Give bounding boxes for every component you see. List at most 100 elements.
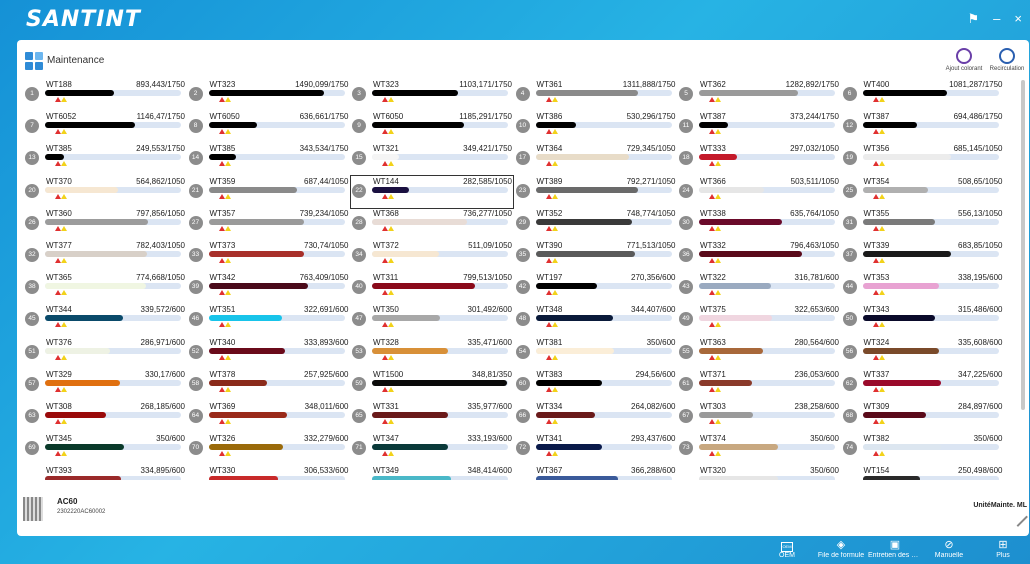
tshirt-icon[interactable]: ⚑ (968, 11, 980, 27)
close-button[interactable]: × (1014, 11, 1022, 27)
canister-cell[interactable]: 61 WT371 236,053/600 (679, 370, 839, 400)
canister-cell[interactable]: WT154 250,498/600 (843, 466, 1003, 480)
canister-cell[interactable]: 67 WT303 238,258/600 (679, 402, 839, 432)
canister-cell[interactable]: 69 WT345 350/600 (25, 434, 185, 464)
canister-cell[interactable]: 49 WT375 322,653/600 (679, 305, 839, 335)
canister-cell[interactable]: 60 WT383 294,56/600 (515, 370, 676, 400)
level-bar (699, 476, 835, 480)
more-button[interactable]: ⊞ Plus (976, 538, 1030, 564)
minimize-button[interactable]: – (993, 11, 1000, 27)
canister-cell[interactable]: WT349 348,414/600 (352, 466, 512, 480)
canister-cell[interactable]: 19 WT356 685,145/1050 (842, 144, 1003, 174)
canister-cell[interactable]: 32 WT377 782,403/1050 (25, 241, 185, 271)
manual-button[interactable]: ⊘ Manuelle (922, 538, 976, 564)
level-fill (699, 315, 773, 322)
canister-cell[interactable]: 57 WT329 330,17/600 (25, 370, 185, 400)
recirculation-button[interactable]: Recirculation (987, 48, 1027, 72)
canister-cell[interactable]: 31 WT355 556,13/1050 (842, 209, 1003, 239)
canister-cell[interactable]: 39 WT342 763,409/1050 (188, 273, 349, 303)
canister-cell[interactable]: 51 WT376 286,971/600 (25, 338, 185, 368)
canister-cell[interactable]: 9 WT6050 1185,291/1750 (352, 112, 512, 142)
canister-cell[interactable]: 3 WT323 1103,171/1750 (352, 80, 512, 110)
canister-cell[interactable]: 59 WT1500 348,81/350 (352, 370, 512, 400)
canister-cell[interactable]: 30 WT338 635,764/1050 (679, 209, 839, 239)
canister-cell[interactable]: 58 WT378 257,925/600 (188, 370, 349, 400)
canister-cell[interactable]: 35 WT390 771,513/1050 (515, 241, 676, 271)
canister-cell[interactable]: 56 WT324 335,608/600 (842, 338, 1003, 368)
canister-cell[interactable]: WT330 306,533/600 (189, 466, 349, 480)
oem-button[interactable]: OEM OEM (760, 538, 814, 564)
canister-cell[interactable]: WT320 350/600 (679, 466, 839, 480)
canister-cell[interactable]: 25 WT354 508,65/1050 (842, 177, 1003, 207)
canister-cell[interactable]: 46 WT351 322,691/600 (188, 305, 349, 335)
canister-cell[interactable]: 15 WT321 349,421/1750 (352, 144, 512, 174)
canister-cell[interactable]: 42 WT197 270,356/600 (515, 273, 676, 303)
canister-cell[interactable]: 28 WT368 736,277/1050 (352, 209, 512, 239)
canister-cell[interactable]: 62 WT337 347,225/600 (842, 370, 1003, 400)
canister-cell[interactable]: 64 WT369 348,011/600 (188, 402, 349, 432)
canister-cell[interactable]: 23 WT389 792,271/1050 (515, 177, 676, 207)
canister-cell[interactable]: 66 WT334 264,082/600 (515, 402, 676, 432)
canister-cell[interactable]: 22 WT144 282,585/1050 (350, 174, 514, 209)
canister-cell[interactable]: 36 WT332 796,463/1050 (679, 241, 839, 271)
canister-cell[interactable]: 24 WT366 503,511/1050 (679, 177, 839, 207)
canister-cell[interactable]: 38 WT365 774,668/1050 (25, 273, 185, 303)
canister-number: 50 (842, 312, 857, 327)
canister-cell[interactable]: 5 WT362 1282,892/1750 (679, 80, 839, 110)
canister-cell[interactable]: 72 WT341 293,437/600 (515, 434, 676, 464)
equipment-maintenance-button[interactable]: ▣ Entretien des équipements (868, 538, 922, 564)
canister-cell[interactable]: 26 WT360 797,856/1050 (25, 209, 185, 239)
scrollbar[interactable] (1021, 80, 1025, 410)
canister-cell[interactable]: 55 WT363 280,564/600 (679, 338, 839, 368)
warning-level-marker-icon (715, 129, 721, 135)
canister-cell[interactable]: 8 WT6050 636,661/1750 (188, 112, 349, 142)
canister-cell[interactable]: 21 WT359 687,44/1050 (188, 177, 349, 207)
canister-cell[interactable]: 73 WT374 350/600 (679, 434, 839, 464)
canister-cell[interactable]: 6 WT400 1081,287/1750 (842, 80, 1003, 110)
colorant-name: WT338 (700, 208, 726, 218)
colorant-level: 1490,099/1750 (295, 80, 349, 89)
canister-cell[interactable]: 4 WT361 1311,888/1750 (515, 80, 676, 110)
canister-cell[interactable]: 18 WT333 297,032/1050 (679, 144, 839, 174)
canister-cell[interactable]: 71 WT347 333,193/600 (352, 434, 512, 464)
canister-cell[interactable]: 52 WT340 333,893/600 (188, 338, 349, 368)
add-colorant-button[interactable]: Ajout colorant (944, 48, 984, 72)
canister-cell[interactable]: 50 WT343 315,486/600 (842, 305, 1003, 335)
canister-cell[interactable]: 13 WT385 249,553/1750 (25, 144, 185, 174)
canister-cell[interactable]: 34 WT372 511,09/1050 (352, 241, 512, 271)
canister-cell[interactable]: 40 WT311 799,513/1050 (352, 273, 512, 303)
canister-cell[interactable]: 14 WT385 343,534/1750 (188, 144, 349, 174)
canister-cell[interactable]: 29 WT352 748,774/1050 (515, 209, 676, 239)
canister-cell[interactable]: 20 WT370 564,862/1050 (25, 177, 185, 207)
canister-cell[interactable]: 48 WT348 344,407/600 (515, 305, 676, 335)
level-bar (862, 186, 999, 193)
canister-cell[interactable]: 12 WT387 694,486/1750 (842, 112, 1003, 142)
canister-cell[interactable]: 17 WT364 729,345/1050 (515, 144, 676, 174)
level-fill (862, 283, 939, 290)
canister-cell[interactable]: 11 WT387 373,244/1750 (679, 112, 839, 142)
warning-level-marker-icon (551, 161, 558, 167)
canister-cell[interactable]: 47 WT350 301,492/600 (352, 305, 512, 335)
canister-cell[interactable]: 63 WT308 268,185/600 (25, 402, 185, 432)
canister-cell[interactable]: 65 WT331 335,977/600 (352, 402, 512, 432)
canister-cell[interactable]: 10 WT386 530,296/1750 (515, 112, 676, 142)
canister-cell[interactable]: 7 WT6052 1146,47/1750 (25, 112, 185, 142)
canister-cell[interactable]: WT367 366,288/600 (516, 466, 676, 480)
canister-cell[interactable]: 43 WT322 316,781/600 (679, 273, 839, 303)
canister-cell[interactable]: 53 WT328 335,471/600 (352, 338, 512, 368)
formula-queue-button[interactable]: ◈ File de formule (814, 538, 868, 564)
canister-cell[interactable]: 37 WT339 683,85/1050 (842, 241, 1003, 271)
resize-icon[interactable] (1008, 507, 1028, 527)
canister-cell[interactable]: 54 WT381 350/600 (515, 338, 676, 368)
canister-cell[interactable]: 74 WT382 350/600 (842, 434, 1003, 464)
canister-cell[interactable]: 70 WT326 332,279/600 (188, 434, 349, 464)
canister-cell[interactable]: 44 WT353 338,195/600 (842, 273, 1003, 303)
colorant-level: 503,511/1050 (790, 176, 839, 186)
canister-cell[interactable]: 33 WT373 730,74/1050 (188, 241, 349, 271)
canister-cell[interactable]: 27 WT357 739,234/1050 (188, 209, 349, 239)
canister-cell[interactable]: 1 WT188 893,443/1750 (25, 80, 185, 110)
canister-cell[interactable]: 45 WT344 339,572/600 (25, 305, 185, 335)
canister-cell[interactable]: 68 WT309 284,897/600 (842, 402, 1003, 432)
canister-cell[interactable]: 2 WT323 1490,099/1750 (188, 80, 349, 110)
canister-cell[interactable]: WT393 334,895/600 (25, 466, 185, 480)
